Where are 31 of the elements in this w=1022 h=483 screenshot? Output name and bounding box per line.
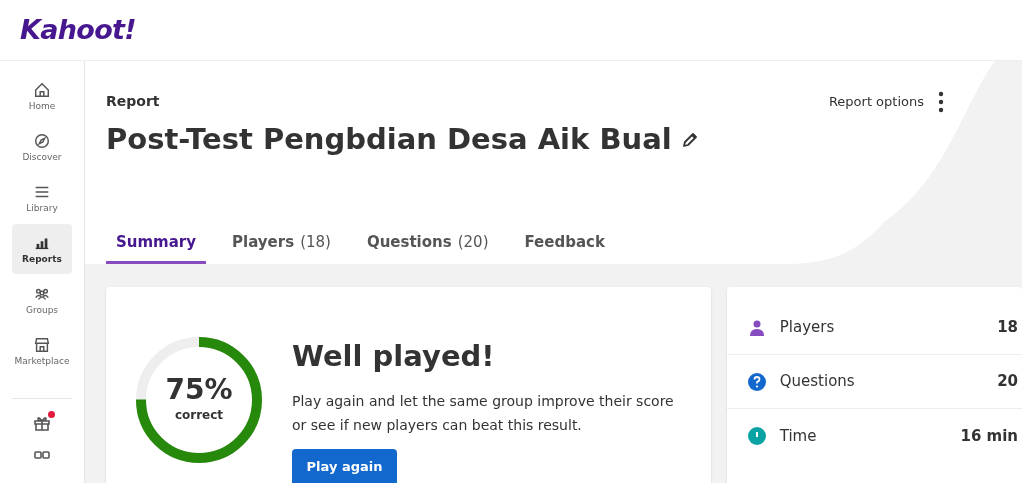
sidebar-item[interactable]: Discover [12, 122, 72, 172]
sidebar-item[interactable]: Groups [12, 275, 72, 325]
sidebar-item[interactable]: Home [12, 71, 72, 121]
tab[interactable]: Feedback [514, 230, 615, 264]
home-icon [33, 81, 51, 99]
stat-value: 18 [997, 317, 1018, 339]
page-label: Report [106, 92, 161, 111]
logo: Kahoot! [20, 12, 136, 47]
play-again-button[interactable]: Play again [292, 448, 397, 483]
question-icon [746, 371, 767, 392]
report-title: Post-Test Pengbdian Desa Aik Bual [106, 121, 672, 158]
tab[interactable]: Questions (20) [356, 230, 499, 264]
sidebar-item[interactable]: Marketplace [12, 326, 72, 376]
compass-icon [33, 132, 51, 150]
more-options-icon[interactable] [938, 91, 944, 113]
sidebar-item[interactable]: Library [12, 173, 72, 223]
stat-label: Questions [779, 371, 855, 393]
result-heading: Well played! [292, 338, 496, 375]
sidebar-item[interactable]: Reports [12, 224, 72, 274]
clock-icon [746, 426, 767, 446]
percent-caption: correct [174, 407, 224, 424]
stat-label: Players [779, 317, 835, 339]
store-icon [33, 336, 51, 354]
tab[interactable]: Summary [106, 230, 207, 264]
stat-value: 16 min [960, 425, 1018, 447]
tab[interactable]: Players (18) [222, 230, 341, 264]
percent-correct: 75% [165, 376, 233, 404]
result-description: Play again and let the same group improve their score or see if new players can beat this result. [292, 391, 675, 435]
stat-value: 20 [997, 371, 1018, 393]
stat-label: Time [779, 425, 817, 447]
report-options-button[interactable]: Report options [828, 92, 924, 112]
